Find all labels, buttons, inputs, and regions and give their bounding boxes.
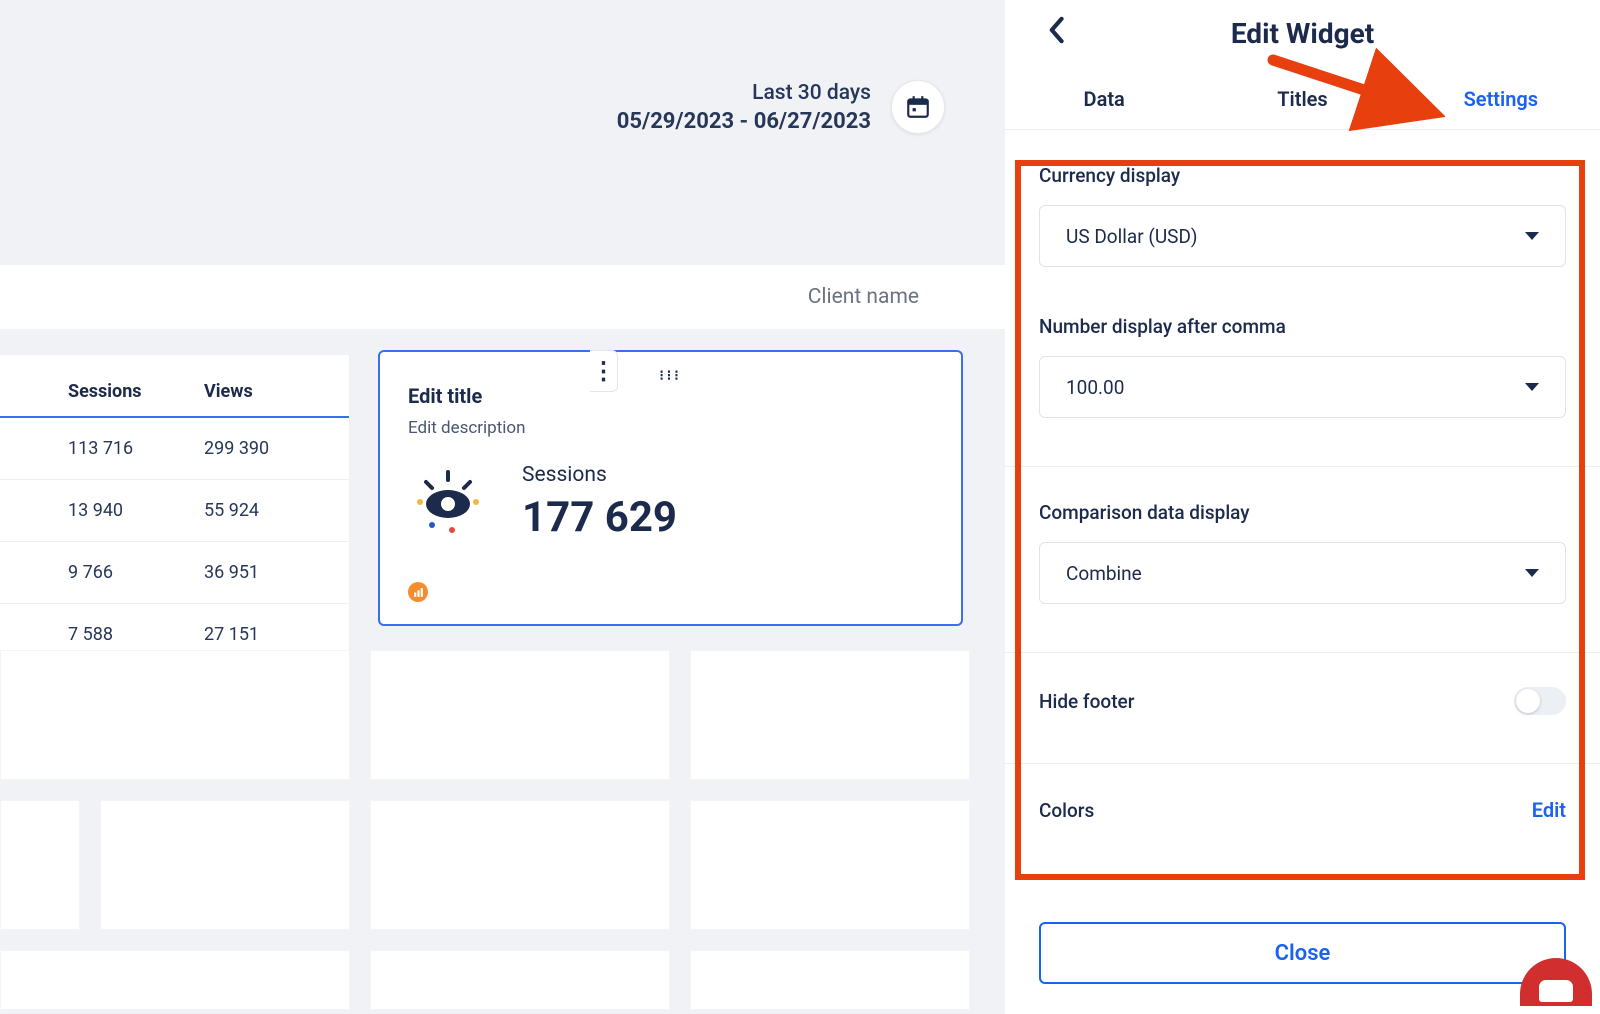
calendar-icon — [905, 94, 931, 120]
currency-display-label: Currency display — [1039, 164, 1566, 187]
eye-icon — [408, 462, 488, 542]
close-button[interactable]: Close — [1039, 922, 1566, 984]
drag-handle-icon[interactable]: ⁝⁝⁝ — [659, 368, 681, 384]
empty-cell[interactable] — [690, 800, 970, 930]
number-display-label: Number display after comma — [1039, 315, 1566, 338]
comparison-display-label: Comparison data display — [1039, 501, 1566, 524]
calendar-button[interactable] — [891, 80, 945, 134]
empty-cell[interactable] — [0, 800, 80, 930]
back-button[interactable] — [1047, 16, 1065, 52]
chevron-down-icon — [1525, 569, 1539, 577]
chevron-down-icon — [1525, 383, 1539, 391]
number-display-select[interactable]: 100.00 — [1039, 356, 1566, 418]
empty-cell[interactable] — [0, 950, 350, 1010]
empty-cell[interactable] — [370, 650, 670, 780]
table-row: 9 766 36 951 — [0, 542, 349, 604]
table-row: 113 716 299 390 — [0, 418, 349, 480]
widget-title[interactable]: Edit title — [408, 384, 482, 408]
widget-description[interactable]: Edit description — [408, 418, 526, 438]
hide-footer-toggle[interactable] — [1514, 687, 1566, 715]
empty-cell[interactable] — [100, 800, 350, 930]
metric-label: Sessions — [522, 463, 677, 487]
empty-cell[interactable] — [370, 800, 670, 930]
colors-label: Colors — [1039, 799, 1094, 822]
comparison-display-select[interactable]: Combine — [1039, 542, 1566, 604]
table-header-views[interactable]: Views — [204, 381, 253, 402]
tab-data[interactable]: Data — [1005, 68, 1203, 129]
empty-cell[interactable] — [690, 950, 970, 1010]
date-range-label: Last 30 days — [617, 81, 871, 105]
empty-cell[interactable] — [0, 650, 350, 780]
metric-value: 177 629 — [522, 493, 677, 542]
hide-footer-label: Hide footer — [1039, 690, 1134, 713]
currency-display-select[interactable]: US Dollar (USD) — [1039, 205, 1566, 267]
widget-kebab-menu[interactable]: ⋮ — [590, 350, 618, 392]
empty-cell[interactable] — [690, 650, 970, 780]
date-range-value: 05/29/2023 - 06/27/2023 — [617, 109, 871, 134]
empty-cell[interactable] — [370, 950, 670, 1010]
table-header-sessions[interactable]: Sessions — [68, 381, 204, 402]
panel-title: Edit Widget — [1231, 17, 1374, 50]
table-row: 13 940 55 924 — [0, 480, 349, 542]
chevron-down-icon — [1525, 232, 1539, 240]
tab-settings[interactable]: Settings — [1402, 68, 1600, 129]
colors-edit-link[interactable]: Edit — [1532, 798, 1566, 822]
chat-icon — [1539, 980, 1573, 1002]
chevron-left-icon — [1047, 16, 1065, 44]
widget-card-selected[interactable]: ⁝⁝⁝ Edit title Edit description Sessions — [378, 350, 963, 626]
client-name-label[interactable]: Client name — [808, 285, 919, 309]
tab-titles[interactable]: Titles — [1203, 68, 1401, 129]
analytics-source-icon — [408, 582, 428, 602]
